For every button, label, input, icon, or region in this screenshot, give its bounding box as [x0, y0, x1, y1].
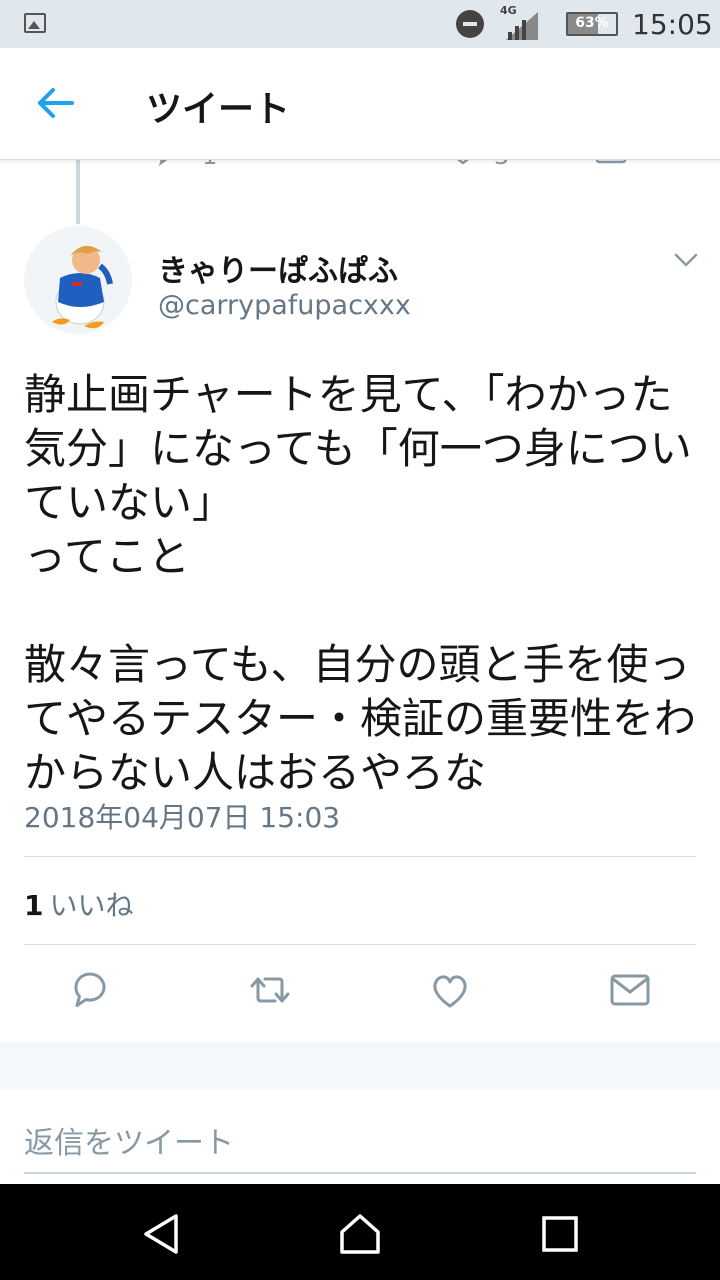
divider — [24, 944, 696, 945]
page-title: ツイート — [146, 89, 291, 130]
user-display-name[interactable]: きゃりーぱふぱふ — [158, 246, 398, 290]
chevron-down-icon[interactable] — [672, 250, 700, 270]
battery-icon: 63% — [566, 12, 618, 36]
heart-icon[interactable] — [428, 968, 472, 1012]
clock: 15:05 — [632, 8, 713, 41]
retweet-icon[interactable] — [248, 968, 292, 1012]
recent-apps-icon[interactable] — [538, 1212, 582, 1256]
like-summary[interactable]: 1 いいね — [24, 884, 134, 924]
image-notification-icon — [24, 13, 46, 33]
user-handle[interactable]: @carrypafupacxxx — [158, 290, 411, 321]
avatar[interactable] — [24, 226, 132, 334]
back-arrow-icon[interactable] — [36, 86, 76, 120]
system-navigation-bar — [0, 1184, 720, 1280]
tweet-action-bar — [0, 968, 720, 1022]
like-count: 1 — [24, 889, 44, 922]
do-not-disturb-icon — [456, 10, 484, 38]
reply-icon[interactable] — [68, 968, 112, 1012]
duck-character-image — [52, 245, 113, 329]
divider — [24, 856, 696, 857]
battery-percent: 63% — [575, 15, 609, 31]
home-icon[interactable] — [338, 1212, 382, 1256]
tweet-text: 静止画チャートを見て、「わかった気分」になっても「何一つ身についていない」 って… — [24, 370, 697, 797]
back-triangle-icon[interactable] — [140, 1212, 184, 1256]
envelope-icon[interactable] — [608, 968, 652, 1012]
like-label: いいね — [49, 889, 134, 922]
section-separator — [0, 1042, 720, 1090]
status-bar: 4G 63% 15:05 — [0, 0, 720, 48]
app-header: ツイート — [0, 48, 720, 160]
reply-input[interactable]: 返信をツイート — [24, 1118, 696, 1174]
signal-icon — [506, 12, 538, 40]
tweet-timestamp: 2018年04月07日 15:03 — [24, 801, 341, 834]
